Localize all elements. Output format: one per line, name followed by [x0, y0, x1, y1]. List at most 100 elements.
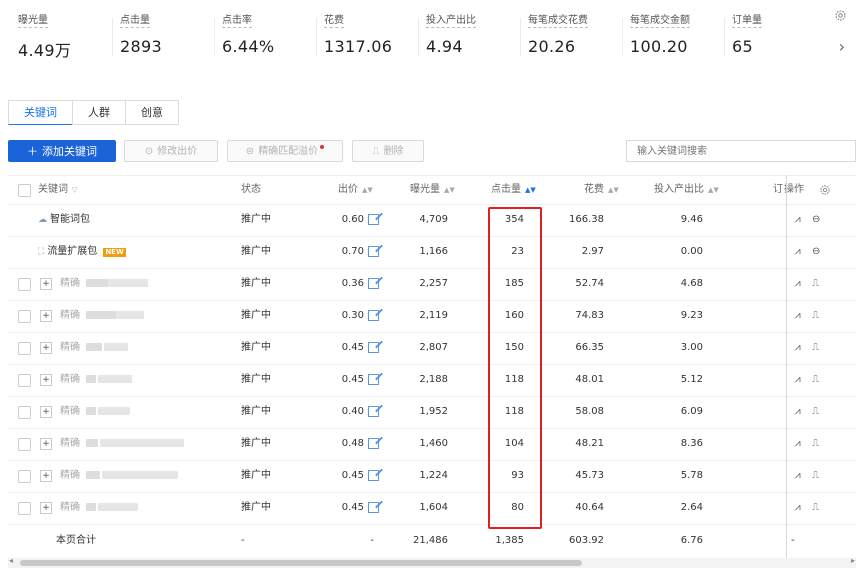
metric-label: 投入产出比: [426, 15, 476, 28]
chart-icon[interactable]: ⩘: [795, 364, 801, 396]
metric-value: 4.94: [426, 37, 463, 56]
trash-icon[interactable]: ⎍: [812, 332, 819, 364]
metric-cost[interactable]: 花费 1317.06: [316, 14, 392, 64]
chart-icon[interactable]: ⩘: [795, 204, 801, 236]
col-keyword[interactable]: 关键词 ▽: [38, 176, 77, 204]
gear-icon[interactable]: [819, 184, 831, 196]
sort-icon[interactable]: ▲▼: [608, 176, 619, 204]
trash-icon[interactable]: ⎍: [812, 300, 819, 332]
keyword-search-input[interactable]: [626, 140, 856, 162]
sort-icon[interactable]: ▲▼: [708, 176, 719, 204]
trash-icon[interactable]: ⎍: [812, 396, 819, 428]
col-bid[interactable]: 出价 ▲▼: [338, 176, 373, 204]
col-orders[interactable]: 订: [773, 176, 783, 204]
modify-bid-button[interactable]: ⊙ 修改出价: [124, 140, 218, 162]
scroll-right-icon[interactable]: ▸: [851, 556, 855, 565]
edit-bid-icon[interactable]: [364, 428, 379, 460]
select-all-checkbox[interactable]: [18, 184, 31, 197]
gear-icon[interactable]: [834, 9, 847, 22]
chart-icon[interactable]: ⩘: [795, 332, 801, 364]
keyword-cell[interactable]: 精确: [60, 332, 128, 364]
metric-orders[interactable]: 订单量 65: [724, 14, 762, 64]
chart-icon[interactable]: ⩘: [795, 268, 801, 300]
keyword-cell[interactable]: 精确: [60, 428, 184, 460]
add-keyword-button[interactable]: ＋ 添加关键词: [8, 140, 116, 162]
delete-button[interactable]: ⎍ 删除: [352, 140, 424, 162]
keyword-cell[interactable]: ☁ 智能词包: [38, 204, 90, 236]
edit-bid-icon[interactable]: [364, 460, 379, 492]
row-checkbox[interactable]: [18, 502, 31, 515]
divider: [622, 18, 623, 56]
metric-amount-per-order[interactable]: 每笔成交金额 100.20: [622, 14, 690, 64]
keyword-cell[interactable]: ⛶ 流量扩展包 NEW: [38, 236, 126, 268]
col-roi[interactable]: 投入产出比 ▲▼: [654, 176, 719, 204]
trash-icon[interactable]: ⎍: [812, 364, 819, 396]
expand-row-button[interactable]: +: [40, 406, 52, 418]
chart-icon[interactable]: ⩘: [795, 300, 801, 332]
col-impressions[interactable]: 曝光量 ▲▼: [410, 176, 455, 204]
edit-bid-icon[interactable]: [364, 300, 379, 332]
sort-icon[interactable]: ▲▼: [444, 176, 455, 204]
row-checkbox[interactable]: [18, 406, 31, 419]
edit-bid-icon[interactable]: [364, 332, 379, 364]
precise-premium-label: 精确匹配溢价: [258, 146, 319, 157]
scroll-left-icon[interactable]: ◂: [9, 556, 13, 565]
col-clicks[interactable]: 点击量 ▲▼: [491, 176, 536, 204]
pause-icon[interactable]: ⊖: [812, 236, 820, 268]
expand-row-button[interactable]: +: [40, 374, 52, 386]
redacted-text: [86, 439, 98, 447]
edit-bid-icon[interactable]: [364, 492, 379, 524]
keyword-cell[interactable]: 精确: [60, 268, 148, 300]
row-checkbox[interactable]: [18, 438, 31, 451]
metric-cost-per-order[interactable]: 每笔成交花费 20.26: [520, 14, 588, 64]
edit-bid-icon[interactable]: [364, 204, 379, 236]
keyword-cell[interactable]: 精确: [60, 300, 144, 332]
metric-clicks[interactable]: 点击量 2893: [112, 14, 162, 64]
row-checkbox[interactable]: [18, 374, 31, 387]
col-cost[interactable]: 花费 ▲▼: [584, 176, 619, 204]
trash-icon[interactable]: ⎍: [812, 268, 819, 300]
keyword-cell[interactable]: 精确: [60, 492, 138, 524]
precise-premium-button[interactable]: ⊜ 精确匹配溢价: [227, 140, 343, 162]
expand-row-button[interactable]: +: [40, 502, 52, 514]
expand-row-button[interactable]: +: [40, 278, 52, 290]
pause-icon[interactable]: ⊖: [812, 204, 820, 236]
edit-bid-icon[interactable]: [364, 364, 379, 396]
row-checkbox[interactable]: [18, 470, 31, 483]
metric-impressions[interactable]: 曝光量 4.49万: [18, 14, 71, 64]
sort-icon[interactable]: ▲▼: [525, 176, 536, 204]
chart-icon[interactable]: ⩘: [795, 460, 801, 492]
metric-roi[interactable]: 投入产出比 4.94: [418, 14, 476, 64]
tab-audience[interactable]: 人群: [72, 100, 126, 125]
chart-icon[interactable]: ⩘: [795, 492, 801, 524]
edit-icon: [368, 341, 379, 353]
chart-icon[interactable]: ⩘: [795, 396, 801, 428]
sort-icon[interactable]: ▲▼: [362, 176, 373, 204]
trash-icon[interactable]: ⎍: [812, 428, 819, 460]
edit-bid-icon[interactable]: [364, 268, 379, 300]
expand-row-button[interactable]: +: [40, 470, 52, 482]
trash-icon[interactable]: ⎍: [812, 492, 819, 524]
row-checkbox[interactable]: [18, 310, 31, 323]
chevron-right-icon[interactable]: ›: [839, 37, 845, 56]
expand-row-button[interactable]: +: [40, 438, 52, 450]
filter-icon[interactable]: ▽: [72, 176, 77, 204]
keyword-cell[interactable]: 精确: [60, 460, 178, 492]
table-row: + 精确 推广中 0.40 1,952 118 58.08 6.09 ⩘ ⎍: [8, 396, 856, 429]
keyword-cell[interactable]: 精确: [60, 396, 130, 428]
row-checkbox[interactable]: [18, 278, 31, 291]
chart-icon[interactable]: ⩘: [795, 236, 801, 268]
edit-bid-icon[interactable]: [364, 236, 379, 268]
trash-icon[interactable]: ⎍: [812, 460, 819, 492]
metric-ctr[interactable]: 点击率 6.44%: [214, 14, 274, 64]
tab-creative[interactable]: 创意: [125, 100, 179, 125]
scrollbar-thumb[interactable]: [20, 560, 582, 566]
horizontal-scrollbar[interactable]: ◂ ▸: [8, 556, 856, 568]
edit-bid-icon[interactable]: [364, 396, 379, 428]
keyword-cell[interactable]: 精确: [60, 364, 132, 396]
chart-icon[interactable]: ⩘: [795, 428, 801, 460]
expand-row-button[interactable]: +: [40, 342, 52, 354]
expand-row-button[interactable]: +: [40, 310, 52, 322]
row-checkbox[interactable]: [18, 342, 31, 355]
tab-keywords[interactable]: 关键词: [8, 100, 73, 125]
